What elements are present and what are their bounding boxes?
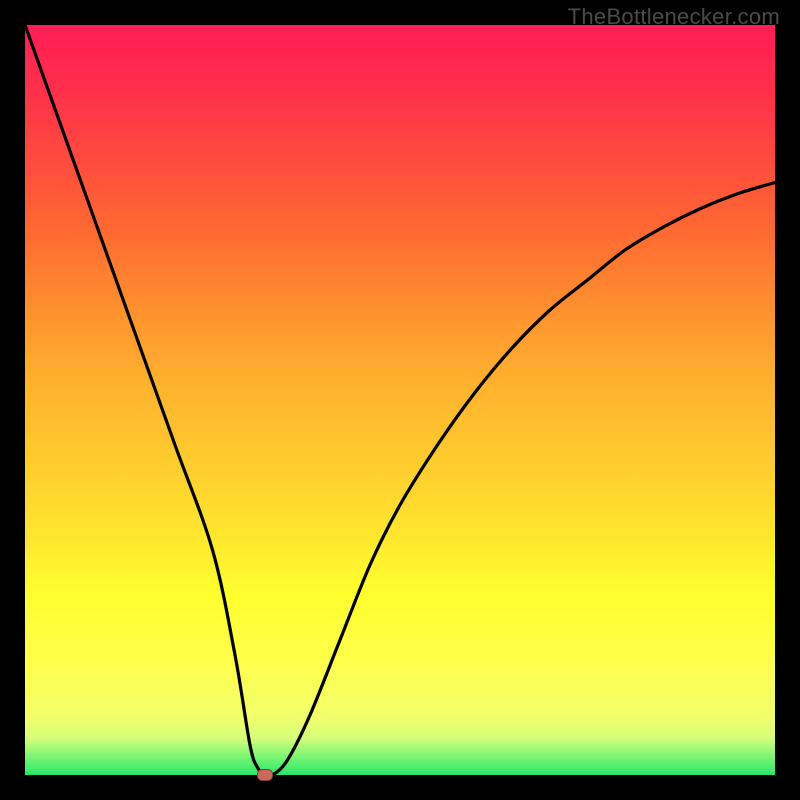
curve-svg — [25, 25, 775, 775]
chart-container: TheBottlenecker.com — [0, 0, 800, 800]
watermark-text: TheBottlenecker.com — [568, 4, 780, 30]
plot-area — [25, 25, 775, 775]
optimal-point-marker — [257, 769, 273, 781]
bottleneck-curve — [25, 25, 775, 775]
